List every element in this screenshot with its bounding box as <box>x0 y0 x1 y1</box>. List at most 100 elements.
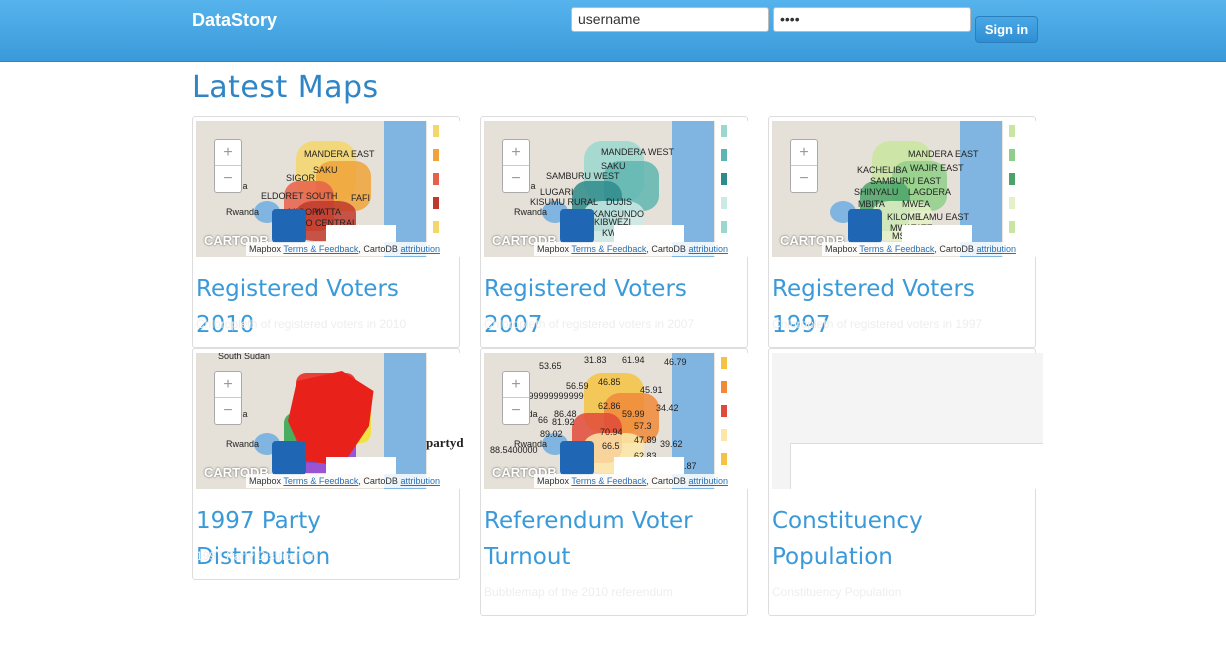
zoom-in-button[interactable]: + <box>215 372 241 398</box>
map-card[interactable]: 53.6531.8361.9446.7956.5946.8545.91Ugand… <box>480 348 755 616</box>
map-label: Rwanda <box>226 207 260 217</box>
map-label: SAKU <box>313 165 338 175</box>
mapbox-text: Mapbox <box>537 476 570 486</box>
zoom-control: + − <box>790 139 818 193</box>
legend-swatch <box>721 357 727 369</box>
map-attribution: Mapbox Terms & Feedback, CartoDB attribu… <box>822 242 1019 256</box>
mapbox-text: Mapbox <box>537 244 570 254</box>
legend-swatch <box>721 429 727 441</box>
map-legend <box>427 121 467 257</box>
password-input[interactable]: •••• <box>773 7 971 32</box>
attribution-link[interactable]: attribution <box>400 244 440 254</box>
map-thumbnail[interactable]: MANDERA EASTSAKUUgandaSIGORELDORET SOUTH… <box>196 121 467 257</box>
map-card[interactable]: Constituency Population Constituency Popu… <box>768 348 1043 616</box>
zoom-in-button[interactable]: + <box>791 140 817 166</box>
map-label: 62.86 <box>598 401 621 411</box>
terms-link[interactable]: Terms & Feedback <box>283 476 358 486</box>
map-label: Rwanda <box>514 207 548 217</box>
map-label: 56.59 <box>566 381 589 391</box>
map-label: KACHELIBA <box>857 165 908 175</box>
attribution-link[interactable]: attribution <box>688 244 728 254</box>
map-title-link[interactable]: Registered Voters 2010 <box>196 271 456 343</box>
zoom-out-button[interactable]: − <box>503 166 529 191</box>
zoom-control: + − <box>214 139 242 193</box>
map-label: SAKU <box>601 161 626 171</box>
loading-icon <box>272 441 306 475</box>
attribution-link[interactable]: attribution <box>400 476 440 486</box>
attribution-link[interactable]: attribution <box>688 476 728 486</box>
page-title: Latest Maps <box>192 70 379 105</box>
map-title-link[interactable]: Referendum Voter Turnout <box>484 503 744 575</box>
zoom-out-button[interactable]: − <box>215 166 241 191</box>
cartodb-text: , CartoDB <box>934 244 974 254</box>
zoom-out-button[interactable]: − <box>503 398 529 423</box>
legend-swatch <box>721 125 727 137</box>
zoom-out-button[interactable]: − <box>215 398 241 423</box>
map-title-link[interactable]: Registered Voters 2007 <box>484 271 744 343</box>
terms-link[interactable]: Terms & Feedback <box>571 244 646 254</box>
top-navbar: DataStory username •••• Sign in <box>0 0 1226 62</box>
map-label: DUJIS <box>606 197 633 207</box>
legend-swatch <box>433 125 439 137</box>
map-label: KILOME <box>887 212 922 222</box>
map-label: 70.94 <box>600 427 623 437</box>
map-overlay-box <box>326 225 396 242</box>
brand-logo[interactable]: DataStory <box>192 10 277 31</box>
terms-link[interactable]: Terms & Feedback <box>571 476 646 486</box>
map-label: 81.92 <box>552 417 575 427</box>
zoom-in-button[interactable]: + <box>503 372 529 398</box>
map-card[interactable]: MANDERA EASTSAKUUgandaSIGORELDORET SOUTH… <box>192 116 467 348</box>
legend-swatch <box>721 221 727 233</box>
map-thumbnail[interactable] <box>772 353 1043 489</box>
map-label: Rwanda <box>514 439 548 449</box>
map-label: 34.42 <box>656 403 679 413</box>
map-attribution: Mapbox Terms & Feedback, CartoDB attribu… <box>534 242 731 256</box>
map-label: ELDORET SOUTH <box>261 191 338 201</box>
legend-swatch <box>721 453 727 465</box>
terms-link[interactable]: Terms & Feedback <box>859 244 934 254</box>
map-label: 66 <box>538 415 549 425</box>
map-label: SAMBURU EAST <box>870 176 942 186</box>
map-thumbnail[interactable]: South SudanUgandaRwandapartyd+−CARTODBMa… <box>196 353 467 489</box>
map-label: MBITA <box>858 199 885 209</box>
map-overlay-box <box>614 225 684 242</box>
map-overlay-box <box>902 225 972 242</box>
map-label: 45.91 <box>640 385 663 395</box>
map-card[interactable]: South SudanUgandaRwandapartyd+−CARTODBMa… <box>192 348 467 580</box>
map-label: 47.89 <box>634 435 657 445</box>
map-label: 89.02 <box>540 429 563 439</box>
username-input[interactable]: username <box>571 7 769 32</box>
map-thumbnail[interactable]: MANDERA WESTSAKUUgandaSAMBURU WESTLUGARI… <box>484 121 755 257</box>
map-label: 53.65 <box>539 361 562 371</box>
map-label: 61.94 <box>622 355 645 365</box>
map-title-link[interactable]: Constituency Population <box>772 503 1032 575</box>
legend-swatch <box>1009 149 1015 161</box>
map-label: FAFI <box>351 193 371 203</box>
map-attribution: Mapbox Terms & Feedback, CartoDB attribu… <box>534 474 731 488</box>
map-overlay-box <box>326 457 396 474</box>
zoom-control: + − <box>502 139 530 193</box>
map-title-link[interactable]: 1997 Party Distribution <box>196 503 456 575</box>
terms-link[interactable]: Terms & Feedback <box>283 244 358 254</box>
sign-in-button[interactable]: Sign in <box>975 16 1038 43</box>
zoom-out-button[interactable]: − <box>791 166 817 191</box>
map-description: Chloropleth of registered voters in 2010 <box>196 317 407 331</box>
cartodb-text: , CartoDB <box>358 476 398 486</box>
map-label: LUGARI <box>540 187 574 197</box>
zoom-in-button[interactable]: + <box>215 140 241 166</box>
map-description: Bubblemap of the 2010 referendum <box>484 585 673 599</box>
zoom-in-button[interactable]: + <box>503 140 529 166</box>
map-card[interactable]: MANDERA WESTSAKUUgandaSAMBURU WESTLUGARI… <box>480 116 755 348</box>
map-label: 46.85 <box>598 377 621 387</box>
attribution-link[interactable]: attribution <box>976 244 1016 254</box>
loading-icon <box>848 209 882 243</box>
map-card[interactable]: MANDERA EAST KACHELIBA WAJIR EAST SAMBURU E… <box>768 116 1043 348</box>
map-label: LAMU EAST <box>918 212 970 222</box>
loading-icon <box>560 441 594 475</box>
map-thumbnail[interactable]: 53.6531.8361.9446.7956.5946.8545.91Ugand… <box>484 353 755 489</box>
legend-swatch <box>1009 221 1015 233</box>
map-thumbnail[interactable]: MANDERA EAST KACHELIBA WAJIR EAST SAMBURU E… <box>772 121 1043 257</box>
map-description: Constituency Population <box>772 585 902 599</box>
map-attribution: Mapbox Terms & Feedback, CartoDB attribu… <box>246 474 443 488</box>
map-title-link[interactable]: Registered Voters 1997 <box>772 271 1032 343</box>
